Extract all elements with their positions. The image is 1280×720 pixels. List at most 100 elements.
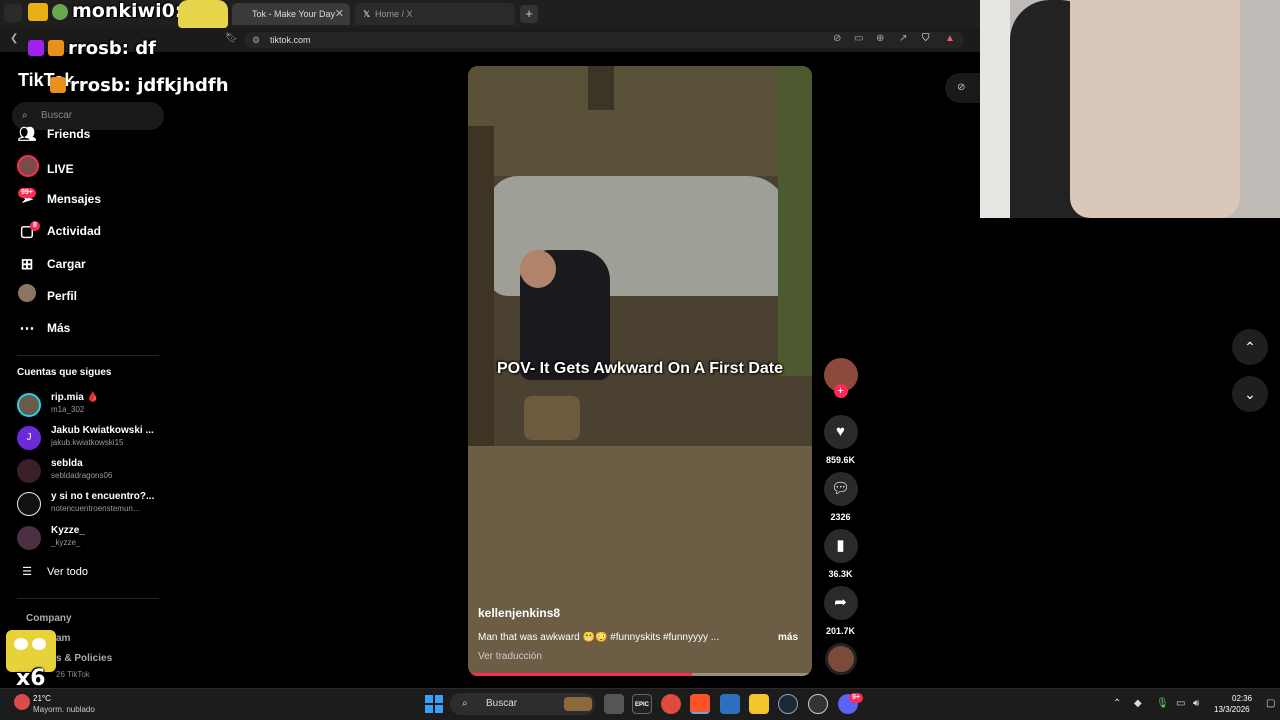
see-all-link[interactable]: ☰ Ver todo bbox=[17, 560, 88, 584]
more-button[interactable]: más bbox=[778, 632, 798, 643]
nav-activity[interactable]: ▢ Actividad bbox=[17, 219, 101, 243]
video-scene-top bbox=[468, 66, 812, 176]
nav-more[interactable]: ⋯ Más bbox=[17, 316, 71, 340]
video-tree-right bbox=[778, 66, 812, 376]
following-account[interactable]: J Jakub Kwiatkowski ... jakub.kwiatkowsk… bbox=[17, 423, 167, 453]
back-icon[interactable]: ❮ bbox=[10, 33, 18, 44]
obs-icon[interactable] bbox=[808, 694, 828, 714]
messages-badge: 99+ bbox=[18, 188, 36, 198]
save-button[interactable]: ▮ 36.3K bbox=[823, 529, 858, 579]
chat-message: rrosb: jdfkjhdfh bbox=[50, 75, 229, 96]
nav-friends[interactable]: 👥︎ Friends bbox=[17, 122, 90, 146]
weather-icon[interactable] bbox=[14, 694, 30, 710]
nav-label: Más bbox=[47, 321, 71, 335]
video-person-head bbox=[520, 250, 556, 288]
chat-text: df bbox=[135, 38, 156, 59]
webcam-wall bbox=[980, 0, 1010, 218]
footer-copyright: 26 TikTok bbox=[56, 670, 90, 679]
chat-badge-icon bbox=[28, 40, 44, 56]
tray-overflow-icon[interactable]: ⌃ bbox=[1113, 698, 1121, 709]
microphone-icon[interactable]: 🎙︎ bbox=[1156, 698, 1169, 709]
nav-live[interactable]: LIVE bbox=[17, 155, 74, 179]
translate-link[interactable]: Ver traducción bbox=[478, 651, 542, 662]
share-icon: ➦ bbox=[823, 586, 858, 620]
video-player[interactable]: POV- It Gets Awkward On A First Date kel… bbox=[468, 66, 812, 676]
network-icon[interactable]: ▭ bbox=[1176, 698, 1185, 709]
chrome-icon[interactable] bbox=[661, 694, 681, 714]
weather-desc[interactable]: Mayorm. nublado bbox=[33, 705, 95, 714]
search-placeholder: Buscar bbox=[41, 110, 73, 121]
overlay-username: monkiwi0: bbox=[72, 0, 183, 22]
bookmark-icon[interactable]: 🔖︎ bbox=[225, 33, 238, 44]
activity-badge: 8 bbox=[30, 221, 40, 231]
video-progress-bar[interactable] bbox=[468, 673, 812, 676]
video-stump bbox=[524, 396, 580, 440]
avatar bbox=[17, 526, 41, 550]
nav-label: LIVE bbox=[47, 162, 74, 177]
author-avatar-button[interactable]: + bbox=[823, 358, 858, 398]
nav-upload[interactable]: ⊞ Cargar bbox=[17, 252, 86, 276]
volume-icon[interactable]: 🔊︎ bbox=[1193, 698, 1199, 709]
clock-date[interactable]: 13/3/2026 bbox=[1214, 705, 1250, 714]
video-tree-top bbox=[588, 66, 614, 110]
account-name: y si no t encuentro?... bbox=[51, 491, 155, 502]
start-icon[interactable] bbox=[425, 695, 443, 713]
get-app-button[interactable]: ⊘ bbox=[945, 73, 985, 103]
os-app-icon[interactable] bbox=[4, 4, 22, 22]
next-video-button[interactable]: ⌄ bbox=[1232, 376, 1268, 412]
footer-terms[interactable]: s & Policies bbox=[56, 653, 112, 664]
account-handle: sebldadragons06 bbox=[51, 471, 113, 480]
heart-icon: ♥ bbox=[823, 415, 858, 449]
search-icon: ⌕ bbox=[462, 698, 468, 709]
new-tab-button[interactable]: + bbox=[520, 5, 538, 23]
tracking-off-icon[interactable]: ⊘ bbox=[833, 33, 841, 44]
account-name: Kyzze_ bbox=[51, 525, 85, 536]
file-explorer-icon[interactable] bbox=[749, 694, 769, 714]
close-icon[interactable]: ✕ bbox=[335, 3, 344, 25]
share-button[interactable]: ➦ 201.7K bbox=[823, 586, 858, 636]
streamer-emote-icon bbox=[52, 4, 68, 20]
share-icon[interactable]: ↗ bbox=[899, 33, 907, 44]
epic-games-icon[interactable]: EPIC bbox=[632, 694, 652, 714]
following-account[interactable]: Kyzze_ _kyzze_ bbox=[17, 523, 167, 553]
brave-shield-icon[interactable]: ⛉ bbox=[922, 33, 930, 44]
steam-icon[interactable] bbox=[778, 694, 798, 714]
chat-badge-icon bbox=[50, 77, 66, 93]
tab-tiktok[interactable]: Tok - Make Your Day ✕ bbox=[232, 3, 350, 25]
eye-icon bbox=[14, 638, 28, 650]
divider bbox=[17, 598, 159, 599]
avatar-initial: J bbox=[26, 432, 32, 443]
bookmark-icon: ▮ bbox=[823, 529, 858, 563]
discord-tray-icon[interactable]: ◆ bbox=[1134, 698, 1142, 709]
video-author[interactable]: kellenjenkins8 bbox=[478, 606, 560, 620]
following-account[interactable]: rip.mia 🩸 m1a_302 bbox=[17, 390, 167, 420]
nav-profile[interactable]: Perfil bbox=[17, 284, 77, 308]
store-icon[interactable] bbox=[720, 694, 740, 714]
brave-rewards-icon[interactable]: ▲ bbox=[945, 33, 955, 44]
notification-icon[interactable]: ▢ bbox=[1266, 698, 1275, 709]
account-name: seblda bbox=[51, 458, 83, 469]
like-count: 859.6K bbox=[825, 455, 856, 465]
previous-video-button[interactable]: ⌃ bbox=[1232, 329, 1268, 365]
like-button[interactable]: ♥ 859.6K bbox=[823, 415, 858, 465]
clock-time[interactable]: 02:36 bbox=[1232, 694, 1252, 703]
account-handle: _kyzze_ bbox=[51, 538, 81, 547]
footer-program[interactable]: am bbox=[56, 633, 70, 644]
site-info-icon[interactable]: ⚙ bbox=[252, 32, 260, 48]
url-text: tiktok.com bbox=[270, 35, 311, 45]
footer-company[interactable]: Company bbox=[26, 613, 72, 624]
cast-icon[interactable]: ▭ bbox=[854, 33, 863, 44]
task-view-icon[interactable] bbox=[604, 694, 624, 714]
brave-icon[interactable] bbox=[690, 694, 710, 714]
comment-button[interactable]: 💬︎ 2326 bbox=[823, 472, 858, 522]
zoom-icon[interactable]: ⊕ bbox=[876, 33, 884, 44]
music-disc-button[interactable] bbox=[823, 643, 858, 675]
tab-x[interactable]: 𝕏 Home / X bbox=[355, 3, 515, 25]
more-icon: ⋯ bbox=[19, 319, 35, 337]
weather-temp[interactable]: 21°C bbox=[33, 694, 51, 703]
video-caption: POV- It Gets Awkward On A First Date bbox=[497, 360, 783, 377]
follow-plus-icon[interactable]: + bbox=[833, 384, 848, 398]
taskbar-search[interactable]: ⌕ Buscar bbox=[450, 693, 595, 715]
following-account[interactable]: y si no t encuentro?... notencuentroenst… bbox=[17, 489, 167, 519]
following-account[interactable]: seblda sebldadragons06 bbox=[17, 456, 167, 486]
